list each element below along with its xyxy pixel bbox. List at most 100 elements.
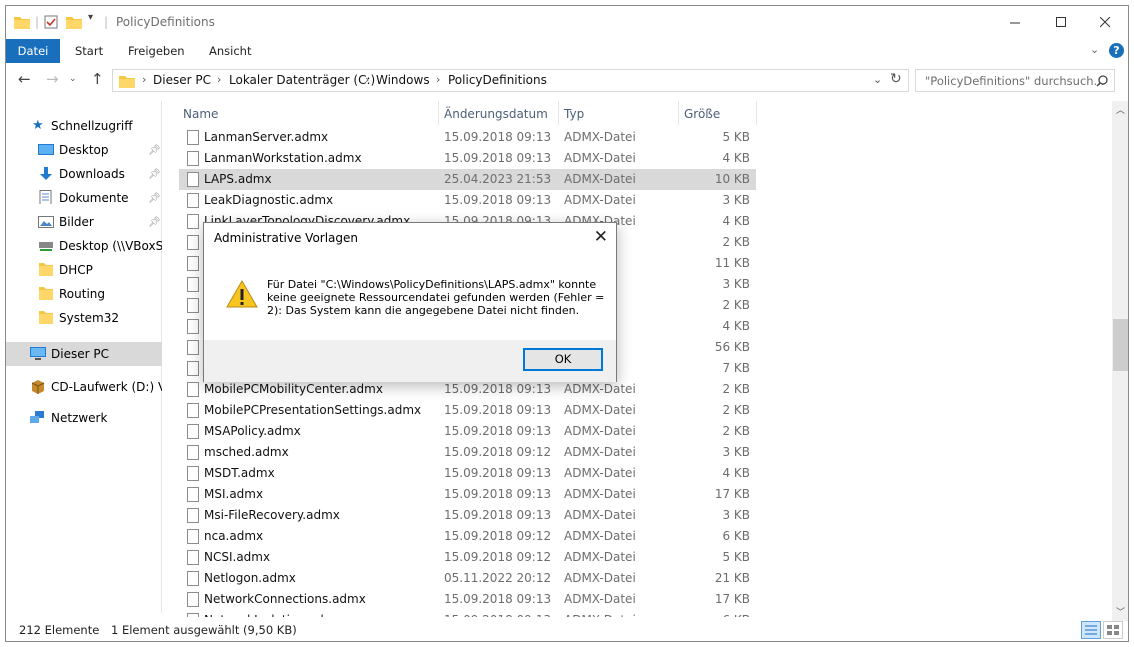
file-row[interactable]: LeakDiagnostic.admx 15.09.2018 09:13 ADMX-… xyxy=(179,190,756,211)
large-icons-view-button[interactable] xyxy=(1103,621,1123,639)
nav-item-desktop[interactable]: Desktop 📌︎ xyxy=(6,138,162,162)
file-size: 11 KB xyxy=(714,256,750,270)
address-dropdown-icon[interactable]: ⌄ xyxy=(873,73,882,86)
nav-this-pc[interactable]: Dieser PC xyxy=(6,342,162,366)
nav-item-routing[interactable]: Routing xyxy=(6,282,162,306)
separator: | xyxy=(35,15,40,29)
file-row[interactable]: MobilePCMobilityCenter.admx 15.09.2018 09… xyxy=(179,379,756,400)
new-folder-icon[interactable] xyxy=(66,15,82,29)
nav-item-label: System32 xyxy=(59,311,120,325)
nav-network[interactable]: Netzwerk xyxy=(6,406,162,430)
tab-ansicht[interactable]: Ansicht xyxy=(209,39,251,63)
nav-item-dokumente[interactable]: Dokumente 📌︎ xyxy=(6,186,162,210)
tab-start[interactable]: Start xyxy=(75,39,103,63)
file-row[interactable]: MSDT.admx 15.09.2018 09:13 ADMX-Datei 4 KB xyxy=(179,463,756,484)
scroll-down-icon[interactable]: ﹀ xyxy=(1116,605,1125,618)
nav-item-label: Desktop (\\VBoxSvr xyxy=(59,239,162,253)
file-icon xyxy=(187,445,199,460)
file-date: 15.09.2018 09:12 xyxy=(444,529,552,543)
refresh-icon[interactable]: ↻ xyxy=(890,71,902,87)
file-row[interactable]: LanmanWorkstation.admx 15.09.2018 09:13 AD… xyxy=(179,148,756,169)
file-icon xyxy=(187,529,199,544)
file-date: 25.04.2023 21:53 xyxy=(444,172,552,186)
file-row[interactable]: LanmanServer.admx 15.09.2018 09:13 ADMX-Da… xyxy=(179,127,756,148)
dialog-close-button[interactable]: ✕ xyxy=(594,227,608,247)
minimize-button[interactable] xyxy=(992,6,1038,38)
scrollbar-thumb[interactable] xyxy=(1113,319,1128,371)
file-icon xyxy=(187,172,199,187)
column-divider[interactable] xyxy=(558,101,559,125)
column-divider[interactable] xyxy=(756,101,757,125)
scroll-up-icon[interactable]: ︿ xyxy=(1116,103,1125,116)
file-date: 15.09.2018 09:13 xyxy=(444,403,552,417)
recent-locations-icon[interactable]: ⌄ xyxy=(69,74,77,84)
file-name: nca.admx xyxy=(204,529,264,543)
close-button[interactable] xyxy=(1082,6,1128,38)
file-row[interactable]: NetworkConnections.admx 15.09.2018 09:13 A… xyxy=(179,589,756,610)
breadcrumb-policydefinitions[interactable]: PolicyDefinitions xyxy=(448,73,547,87)
nav-item-vboxsvr[interactable]: Desktop (\\VBoxSvr xyxy=(6,234,162,258)
nav-item-system32[interactable]: System32 xyxy=(6,306,162,330)
file-row[interactable]: Netlogon.admx 05.11.2022 20:12 ADMX-Datei 2… xyxy=(179,568,756,589)
file-icon xyxy=(187,277,199,292)
column-header-date[interactable]: Änderungsdatum xyxy=(444,101,557,128)
file-size: 6 KB xyxy=(722,613,750,617)
file-size: 2 KB xyxy=(722,235,750,249)
details-view-button[interactable] xyxy=(1081,621,1101,639)
status-bar: 212 Elemente 1 Element ausgewählt (9,50 … xyxy=(6,618,1128,641)
forward-arrow-icon[interactable]: → xyxy=(46,70,59,88)
ok-button[interactable]: OK xyxy=(523,348,603,371)
breadcrumb-dieser-pc[interactable]: Dieser PC xyxy=(153,73,211,87)
file-row[interactable]: MSAPolicy.admx 15.09.2018 09:13 ADMX-Datei… xyxy=(179,421,756,442)
folder-icon xyxy=(119,76,135,88)
file-row[interactable]: NCSI.admx 15.09.2018 09:12 ADMX-Datei 5 KB xyxy=(179,547,756,568)
vertical-scrollbar[interactable]: ︿ ﹀ xyxy=(1112,101,1128,621)
nav-item-label: DHCP xyxy=(59,263,93,277)
expand-ribbon-icon[interactable]: ⌄ xyxy=(1090,43,1099,56)
desktop-icon xyxy=(38,144,54,155)
column-divider[interactable] xyxy=(438,101,439,125)
tab-datei[interactable]: Datei xyxy=(6,39,60,63)
tab-freigeben[interactable]: Freigeben xyxy=(128,39,185,63)
back-arrow-icon[interactable]: ← xyxy=(18,70,31,88)
column-divider[interactable] xyxy=(678,101,679,125)
file-icon xyxy=(187,361,199,376)
file-date: 15.09.2018 09:13 xyxy=(444,382,552,396)
file-icon xyxy=(187,466,199,481)
column-header-type[interactable]: Typ xyxy=(564,101,677,128)
nav-item-label: Desktop xyxy=(59,143,109,157)
breadcrumb-lokaler-datentraeger[interactable]: Lokaler Datenträger (C:) xyxy=(229,73,375,87)
column-header-size[interactable]: Größe xyxy=(684,101,754,128)
nav-quick-access[interactable]: ★ Schnellzugriff xyxy=(6,114,162,138)
file-row[interactable]: LAPS.admx 25.04.2023 21:53 ADMX-Datei 10 KB xyxy=(179,169,756,190)
maximize-button[interactable] xyxy=(1038,6,1084,38)
title-bar: | ▾ | PolicyDefinitions xyxy=(6,6,1128,38)
file-icon xyxy=(187,151,199,166)
file-row[interactable]: msched.admx 15.09.2018 09:12 ADMX-Datei 3 K… xyxy=(179,442,756,463)
file-type: ADMX-Datei xyxy=(564,382,636,396)
nav-item-dhcp[interactable]: DHCP xyxy=(6,258,162,282)
file-row[interactable]: nca.admx 15.09.2018 09:12 ADMX-Datei 6 KB xyxy=(179,526,756,547)
up-arrow-icon[interactable]: ↑ xyxy=(91,70,104,88)
nav-cd-drive[interactable]: CD-Laufwerk (D:) Virt xyxy=(6,375,162,399)
address-bar[interactable]: › Dieser PC › Lokaler Datenträger (C:) ›… xyxy=(112,69,909,92)
file-row[interactable]: Msi-FileRecovery.admx 15.09.2018 09:13 ADM… xyxy=(179,505,756,526)
nav-item-downloads[interactable]: Downloads 📌︎ xyxy=(6,162,162,186)
search-box[interactable]: "PolicyDefinitions" durchsuch... xyxy=(915,69,1115,92)
file-type: ADMX-Datei xyxy=(564,130,636,144)
breadcrumb-windows[interactable]: Windows xyxy=(376,73,430,87)
properties-icon[interactable] xyxy=(44,15,58,29)
navigation-bar: ← → ⌄ ↑ › Dieser PC › Lokaler Datenträge… xyxy=(6,66,1128,94)
customize-toolbar-icon[interactable]: ▾ xyxy=(88,12,93,23)
file-row[interactable]: MSI.admx 15.09.2018 09:13 ADMX-Datei 17 KB xyxy=(179,484,756,505)
file-type: ADMX-Datei xyxy=(564,529,636,543)
help-icon[interactable]: ? xyxy=(1109,43,1124,58)
nav-item-bilder[interactable]: Bilder 📌︎ xyxy=(6,210,162,234)
star-icon: ★ xyxy=(32,118,44,133)
file-row[interactable]: MobilePCPresentationSettings.admx 15.09.2… xyxy=(179,400,756,421)
folder-icon xyxy=(39,311,53,324)
file-type: ADMX-Datei xyxy=(564,445,636,459)
file-size: 2 KB xyxy=(722,403,750,417)
column-header-name[interactable]: Name xyxy=(183,101,438,128)
file-row[interactable]: NetworkIsolation.admx 15.09.2018 09:13 ADM… xyxy=(179,610,756,617)
